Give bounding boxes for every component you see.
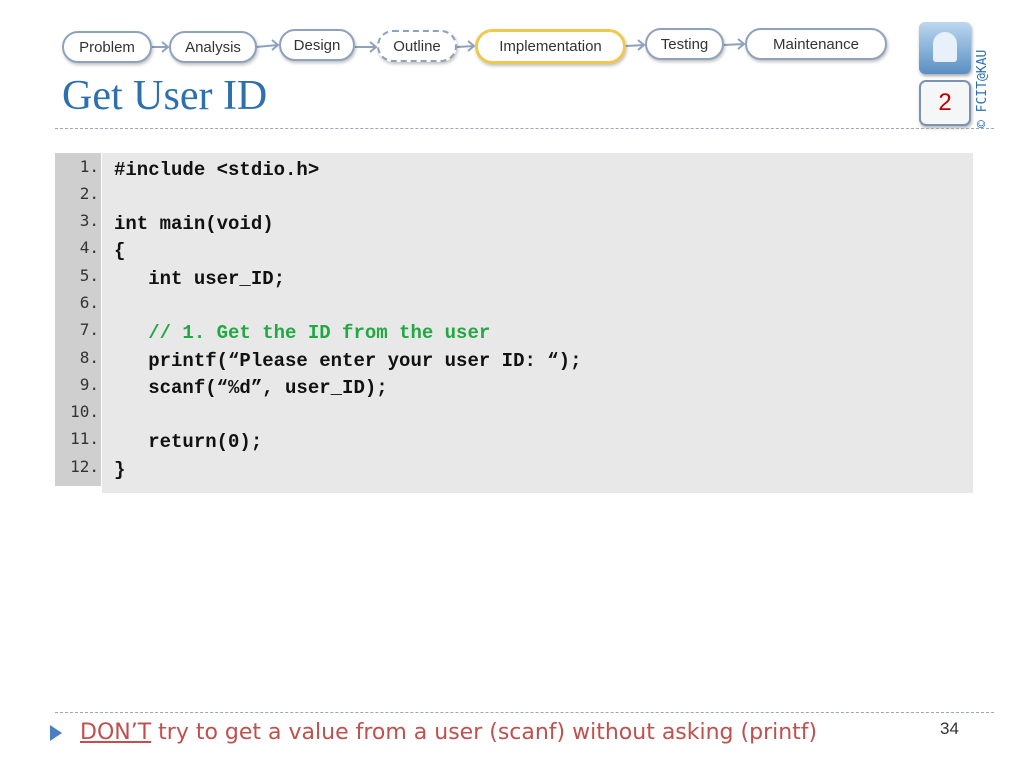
line-number: 9.: [79, 375, 99, 394]
logo-emblem: [933, 32, 957, 62]
code-line: int user_ID;: [114, 268, 286, 290]
code-line: scanf(“%d”, user_ID);: [114, 377, 388, 399]
code-line: #include <stdio.h>: [114, 159, 320, 181]
code-line: return(0);: [114, 431, 263, 453]
code-line: {: [114, 240, 126, 262]
footer-emphasis: DON’T: [80, 720, 152, 745]
code-line: int main(void): [114, 213, 274, 235]
line-number: 11.: [70, 429, 99, 448]
footer-note: DON’T try to get a value from a user (sc…: [80, 720, 817, 745]
line-number: 7.: [79, 320, 99, 339]
line-number: 8.: [79, 348, 99, 367]
flow-step-problem: Problem: [62, 31, 152, 63]
flow-step-testing: Testing: [645, 28, 724, 60]
bullet-triangle-icon: [50, 725, 62, 741]
footer-divider: [55, 712, 994, 713]
flow-step-analysis: Analysis: [169, 31, 257, 63]
footer-text: try to get a value from a user (scanf) w…: [151, 720, 818, 745]
copyright-text: © FCIT@KAU: [975, 49, 990, 128]
code-line: }: [114, 459, 126, 481]
university-logo: [919, 22, 971, 74]
line-number: 10.: [70, 402, 99, 421]
chapter-badge: 2: [919, 80, 971, 126]
title-divider: [55, 128, 994, 129]
line-number: 4.: [79, 238, 99, 257]
line-number: 1.: [79, 157, 99, 176]
flow-step-implementation: Implementation: [475, 29, 626, 64]
flow-step-maintenance: Maintenance: [745, 28, 887, 60]
page-number: 34: [940, 719, 959, 738]
flow-step-design: Design: [279, 29, 355, 61]
code-line: printf(“Please enter your user ID: “);: [114, 350, 582, 372]
slide-title: Get User ID: [62, 73, 268, 119]
line-number: 3.: [79, 211, 99, 230]
code-comment: // 1. Get the ID from the user: [114, 322, 491, 344]
line-number: 12.: [70, 457, 99, 476]
line-number: 6.: [79, 293, 99, 312]
flow-step-outline: Outline: [377, 30, 457, 62]
line-number: 5.: [79, 266, 99, 285]
process-flow: Problem Analysis Design Outline Implemen…: [0, 0, 910, 72]
line-number: 2.: [79, 184, 99, 203]
